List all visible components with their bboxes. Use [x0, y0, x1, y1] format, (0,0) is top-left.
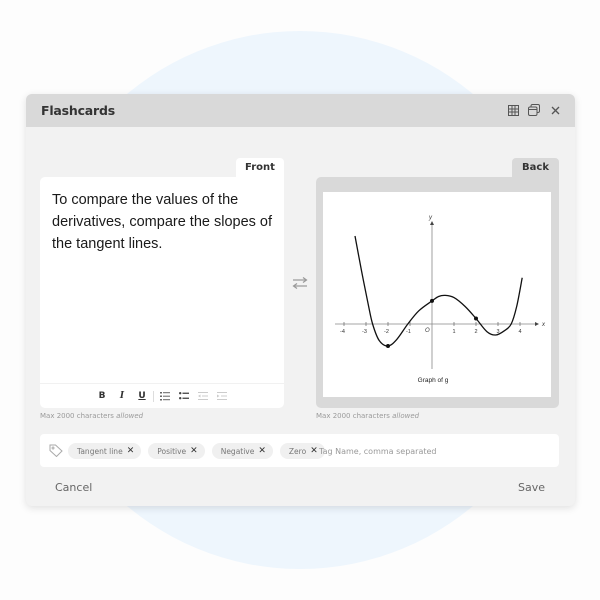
tag-label: Tangent line	[77, 446, 123, 456]
tag-name-input[interactable]	[317, 442, 551, 460]
origin-label: O	[425, 328, 430, 334]
x-tick-label: -4	[340, 329, 345, 335]
window-controls	[507, 103, 561, 117]
underline-button[interactable]: U	[134, 389, 150, 403]
x-tick-label: 4	[518, 329, 521, 335]
underline-glyph: U	[138, 391, 146, 401]
graph-of-g: -4 -3 -2 -1 1 2 3 4 x y O Graph of g	[335, 215, 546, 384]
close-icon[interactable]	[549, 103, 561, 117]
back-hint-text: Max 2000 characters	[316, 412, 390, 420]
outdent-button[interactable]	[195, 389, 211, 403]
tab-front[interactable]: Front	[236, 158, 284, 177]
y-axis-label: y	[428, 215, 433, 221]
marked-point	[430, 298, 434, 303]
graph-caption: Graph of g	[418, 377, 449, 384]
indent-icon	[217, 392, 227, 400]
outdent-icon	[198, 392, 208, 400]
bulleted-list-button[interactable]	[176, 389, 192, 403]
remove-tag-icon[interactable]: ✕	[127, 446, 135, 456]
front-char-limit-hint: Max 2000 characters allowed	[40, 412, 143, 420]
flashcards-dialog: Flashcards Front To compare the values o…	[26, 94, 575, 506]
front-card-editor[interactable]: To compare the values of the derivatives…	[40, 177, 284, 408]
marked-point	[474, 316, 478, 321]
swap-sides-button[interactable]	[290, 275, 310, 291]
formatting-toolbar: B I U	[40, 383, 284, 408]
italic-glyph: I	[119, 391, 125, 401]
grid-view-icon[interactable]	[507, 103, 519, 117]
x-tick-label: 1	[452, 329, 455, 335]
windows-icon[interactable]	[528, 103, 540, 117]
title-bar: Flashcards	[26, 94, 575, 127]
tag-chip: Negative ✕	[211, 443, 273, 459]
italic-button[interactable]: I	[114, 389, 130, 403]
remove-tag-icon[interactable]: ✕	[190, 446, 198, 456]
tags-field: Tangent line ✕ Positive ✕ Negative ✕ Zero ✕	[40, 434, 559, 467]
front-hint-emphasis: allowed	[116, 412, 144, 420]
tag-chip: Tangent line ✕	[68, 443, 142, 459]
swap-arrows-icon	[292, 277, 308, 289]
bold-glyph: B	[98, 391, 106, 401]
x-axis-label: x	[541, 322, 546, 328]
bold-button[interactable]: B	[94, 389, 110, 403]
back-card[interactable]: -4 -3 -2 -1 1 2 3 4 x y O Graph of g	[316, 177, 559, 408]
x-tick-label: -3	[362, 329, 367, 335]
tab-back[interactable]: Back	[512, 158, 559, 177]
front-hint-text: Max 2000 characters	[40, 412, 114, 420]
toolbar-divider	[153, 390, 154, 402]
save-button[interactable]: Save	[518, 481, 545, 494]
marked-point	[386, 344, 390, 348]
cancel-button[interactable]: Cancel	[55, 481, 92, 494]
x-tick-label: 2	[474, 329, 477, 335]
bulleted-list-icon	[179, 392, 189, 400]
tag-chip: Positive ✕	[148, 443, 205, 459]
dialog-title: Flashcards	[41, 103, 115, 118]
y-axis-arrow	[430, 221, 434, 225]
tag-label: Positive	[157, 446, 187, 456]
tag-label: Negative	[220, 446, 255, 456]
back-char-limit-hint: Max 2000 characters allowed	[316, 412, 419, 420]
remove-tag-icon[interactable]: ✕	[258, 446, 266, 456]
indent-button[interactable]	[214, 389, 230, 403]
tag-list: Tangent line ✕ Positive ✕ Negative ✕ Zero ✕	[68, 443, 325, 459]
numbered-list-icon	[160, 391, 170, 400]
numbered-list-button[interactable]	[157, 389, 173, 403]
x-tick-label: -1	[406, 329, 411, 335]
tag-icon	[49, 444, 63, 457]
graph-image: -4 -3 -2 -1 1 2 3 4 x y O Graph of g	[323, 192, 551, 397]
x-axis-arrow	[535, 322, 539, 326]
x-tick-label: -2	[384, 329, 389, 335]
back-hint-emphasis: allowed	[392, 412, 420, 420]
tag-label: Zero	[288, 446, 307, 456]
front-text[interactable]: To compare the values of the derivatives…	[52, 189, 277, 255]
